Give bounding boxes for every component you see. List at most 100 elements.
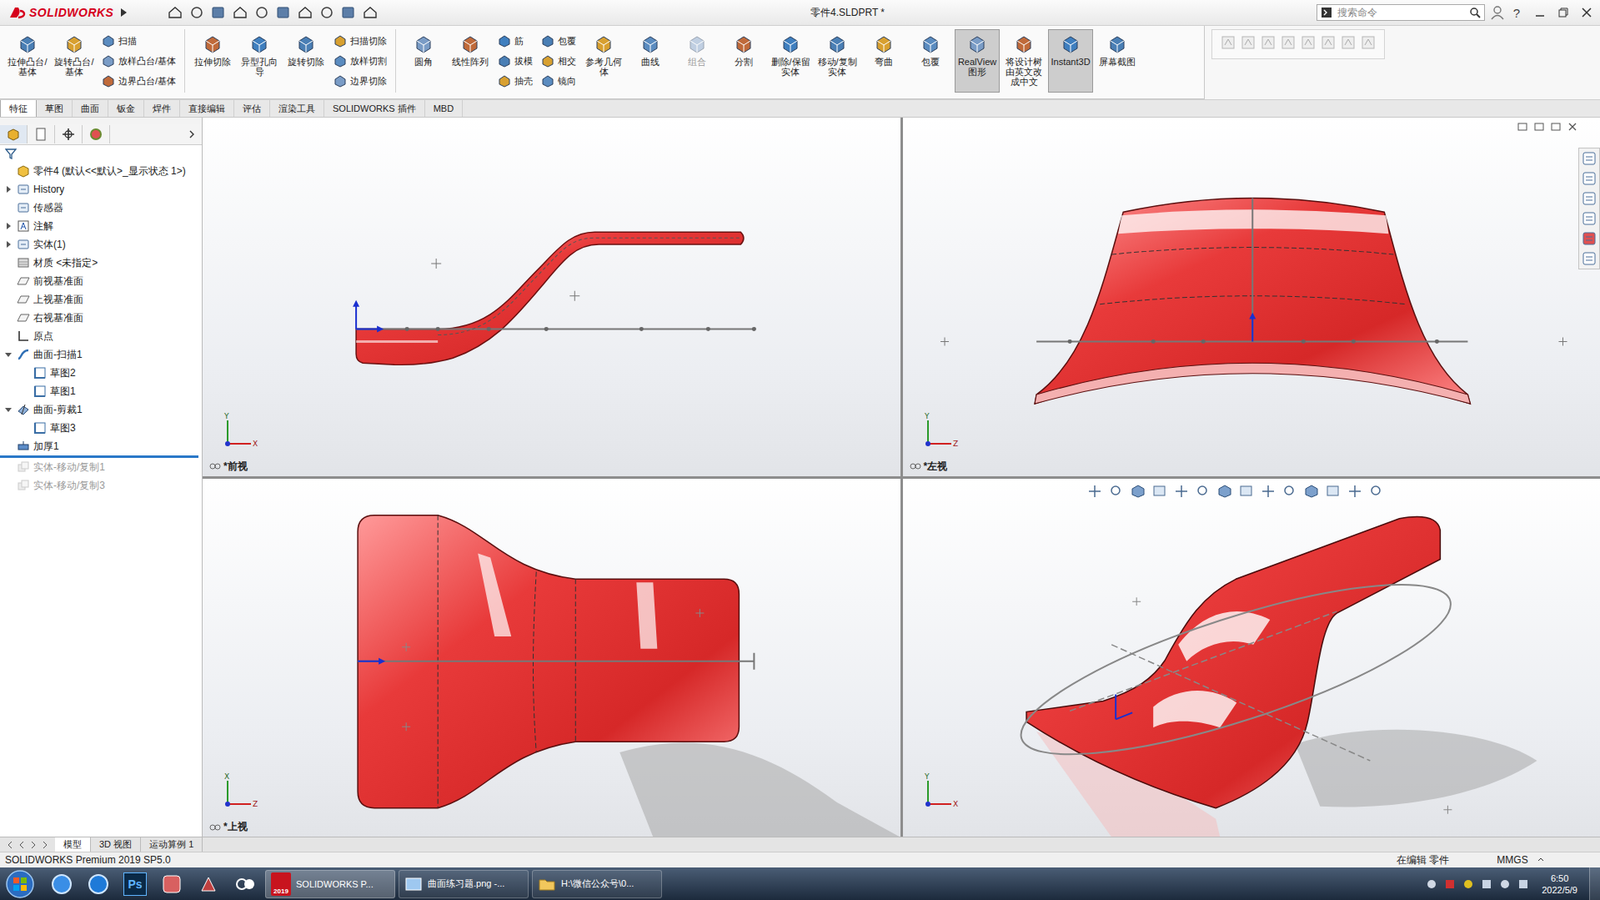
- view-tool-icon[interactable]: [1324, 483, 1342, 499]
- chevron-icon[interactable]: [186, 128, 197, 141]
- view-tool-icon[interactable]: [1346, 483, 1364, 499]
- tab-scroll-icon[interactable]: [40, 839, 51, 850]
- tree-item[interactable]: 曲面-扫描1: [0, 345, 202, 364]
- viewport-control-icon[interactable]: [1566, 120, 1579, 133]
- command-tab[interactable]: 草图: [36, 100, 73, 117]
- expanded-arrow-icon[interactable]: [4, 350, 13, 359]
- ribbon-button[interactable]: 线性阵列: [447, 29, 493, 93]
- minimize-icon[interactable]: [1533, 5, 1547, 20]
- menu-expand-icon[interactable]: [118, 6, 129, 19]
- tree-item[interactable]: 草图2: [0, 363, 202, 382]
- ribbon-button[interactable]: 将设计树由英文改成中文: [1001, 29, 1047, 93]
- viewport-control-icon[interactable]: [1516, 120, 1529, 133]
- view-tool-icon[interactable]: [1216, 483, 1234, 499]
- front-view-model[interactable]: [202, 117, 901, 477]
- start-orb-icon[interactable]: [3, 867, 37, 900]
- panel-tab[interactable]: [82, 125, 111, 144]
- tray-icon[interactable]: [1461, 877, 1475, 891]
- model-tab[interactable]: 模型: [55, 837, 91, 852]
- command-tab[interactable]: SOLIDWORKS 插件: [324, 100, 426, 117]
- command-tab[interactable]: 焊件: [144, 100, 181, 117]
- quick-access-icon[interactable]: [231, 5, 249, 21]
- magnifier-icon[interactable]: [1469, 6, 1481, 19]
- ribbon-small-button[interactable]: 扫描切除: [333, 32, 387, 50]
- command-tab[interactable]: 特征: [0, 100, 37, 117]
- tab-scroll-icon[interactable]: [28, 839, 39, 850]
- quick-access-icon[interactable]: [166, 5, 184, 21]
- ribbon-small-button[interactable]: 边界凸台/基体: [101, 72, 176, 90]
- ribbon-button[interactable]: 组合: [674, 29, 720, 93]
- tree-item[interactable]: 零件4 (默认<<默认>_显示状态 1>): [0, 161, 202, 181]
- quick-access-icon[interactable]: [253, 5, 271, 21]
- tree-item[interactable]: 注解: [0, 216, 202, 236]
- quick-access-icon[interactable]: [210, 5, 227, 21]
- solidworks-logo[interactable]: SOLIDWORKS: [8, 5, 114, 20]
- viewport[interactable]: YX: [902, 478, 1600, 838]
- tray-icon[interactable]: [1479, 877, 1494, 891]
- quick-access-icon[interactable]: [188, 5, 206, 21]
- view-tool-icon[interactable]: [1173, 483, 1190, 499]
- tree-item[interactable]: 实体-移动/复制1: [0, 457, 202, 477]
- ribbon-small-button[interactable]: 相交: [541, 52, 577, 70]
- viewport-control-icon[interactable]: [1549, 120, 1562, 133]
- tab-scroll-icon[interactable]: [5, 839, 16, 850]
- left-view-model[interactable]: [902, 117, 1600, 477]
- tree-item[interactable]: 草图1: [0, 381, 202, 401]
- tree-item[interactable]: History: [0, 180, 202, 199]
- panel-tab[interactable]: [0, 125, 28, 144]
- command-tab[interactable]: MBD: [425, 100, 463, 117]
- command-tab[interactable]: 渲染工具: [270, 100, 325, 117]
- ribbon-button[interactable]: 参考几何体: [581, 29, 627, 93]
- close-icon[interactable]: [1579, 5, 1594, 20]
- tree-item[interactable]: 加厚1: [0, 436, 202, 456]
- view-tool-icon[interactable]: [1368, 483, 1385, 499]
- tree-item[interactable]: 材质 <未指定>: [0, 253, 202, 272]
- pinned-app[interactable]: [228, 869, 262, 898]
- view-tool-icon[interactable]: [1259, 483, 1277, 499]
- ribbon-button[interactable]: 移动/复制实体: [814, 29, 860, 93]
- ribbon-button[interactable]: 屏幕截图: [1094, 29, 1140, 93]
- ribbon-button[interactable]: 旋转切除: [283, 29, 329, 93]
- tab-scroll-icon[interactable]: [16, 839, 27, 850]
- ribbon-button[interactable]: 弯曲: [861, 29, 907, 93]
- taskbar-window[interactable]: 2019SOLIDWORKS P...: [265, 869, 396, 898]
- tree-item[interactable]: 实体(1): [0, 235, 202, 254]
- collapsed-arrow-icon[interactable]: [4, 240, 13, 249]
- ribbon-button[interactable]: 包覆: [907, 29, 953, 93]
- ribbon-button[interactable]: Instant3D: [1048, 29, 1094, 93]
- panel-tab[interactable]: [27, 125, 56, 144]
- task-pane-icon[interactable]: [1581, 150, 1597, 166]
- view-tool-icon[interactable]: [1151, 483, 1169, 499]
- pinned-app[interactable]: [155, 869, 189, 898]
- viewport[interactable]: XZ*上视: [202, 478, 901, 838]
- ribbon-small-button[interactable]: 放样切割: [333, 52, 387, 70]
- ribbon-button[interactable]: 异型孔向导: [236, 29, 282, 93]
- task-pane-icon[interactable]: [1581, 190, 1597, 206]
- clock[interactable]: 6:502022/5/9: [1534, 872, 1585, 896]
- view-tool-icon[interactable]: [1238, 483, 1255, 499]
- ribbon-button[interactable]: 圆角: [401, 29, 447, 93]
- pinned-app[interactable]: Ps: [118, 869, 152, 898]
- model-tab[interactable]: 3D 视图: [90, 837, 141, 852]
- view-tool-icon[interactable]: [1129, 483, 1147, 499]
- command-tab[interactable]: 评估: [234, 100, 271, 117]
- ribbon-small-button[interactable]: 放样凸台/基体: [101, 52, 176, 70]
- view-label[interactable]: *上视: [209, 819, 248, 834]
- viewport-control-icon[interactable]: [1533, 120, 1545, 133]
- units-selector[interactable]: MMGS: [1488, 853, 1537, 866]
- tree-item[interactable]: 实体-移动/复制3: [0, 476, 202, 495]
- collapsed-arrow-icon[interactable]: [4, 185, 13, 194]
- tree-item[interactable]: 曲面-剪裁1: [0, 400, 202, 419]
- restore-icon[interactable]: [1556, 5, 1570, 20]
- command-tab[interactable]: 曲面: [72, 100, 109, 117]
- view-label[interactable]: *前视: [209, 459, 248, 474]
- pinned-app[interactable]: [45, 869, 79, 898]
- show-desktop-button[interactable]: [1589, 867, 1600, 900]
- view-tool-icon[interactable]: [1303, 483, 1320, 499]
- units-dropdown-icon[interactable]: [1536, 855, 1545, 864]
- rollback-bar[interactable]: [0, 455, 199, 458]
- tree-item[interactable]: 原点: [0, 326, 202, 346]
- command-tab[interactable]: 钣金: [108, 100, 145, 117]
- tree-item[interactable]: 草图3: [0, 418, 202, 437]
- tray-icon[interactable]: [1424, 877, 1439, 891]
